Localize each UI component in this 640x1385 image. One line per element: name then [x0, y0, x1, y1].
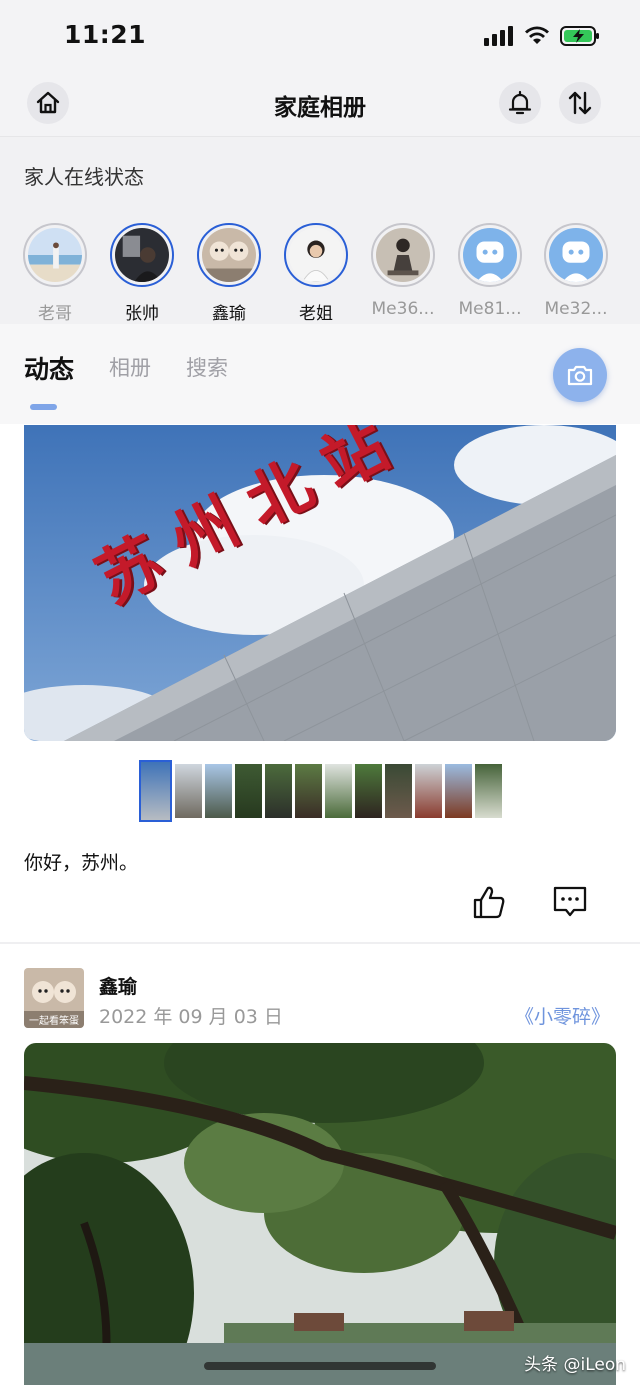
thumbnail[interactable] — [445, 764, 472, 818]
status-bar: 11:21 — [0, 0, 640, 72]
thumbnail[interactable] — [325, 764, 352, 818]
member-item[interactable]: Me32... — [531, 223, 621, 319]
camera-icon — [567, 365, 593, 386]
thumbs-up-icon[interactable] — [472, 884, 506, 920]
sort-icon — [568, 91, 592, 115]
avatar — [289, 228, 343, 283]
member-name: Me36... — [371, 299, 435, 319]
post-date: 2022 年 09 月 03 日 — [99, 1006, 283, 1028]
notifications-button[interactable] — [499, 82, 541, 124]
member-name: 张帅 — [125, 304, 159, 324]
member-item[interactable]: Me36... — [358, 223, 448, 319]
thumbnail[interactable] — [205, 764, 232, 818]
thumbnail[interactable] — [265, 764, 292, 818]
avatar-ring — [371, 223, 435, 287]
post-photo[interactable] — [24, 1043, 616, 1385]
thumbnail[interactable] — [385, 764, 412, 818]
member-name: Me81... — [458, 299, 522, 319]
thumbnail[interactable] — [475, 764, 502, 818]
avatar-ring — [23, 223, 87, 287]
thumbnail[interactable] — [295, 764, 322, 818]
member-item[interactable]: 鑫瑜 — [184, 223, 274, 324]
member-name: 老姐 — [299, 304, 333, 324]
thumbnail[interactable] — [175, 764, 202, 818]
member-name: Me32... — [544, 299, 608, 319]
album-link[interactable]: 《小零碎》 — [515, 1002, 610, 1029]
thumbnail-strip — [139, 760, 502, 822]
post-author-avatar[interactable]: 一起看笨蛋 — [24, 968, 84, 1028]
tab-albums[interactable]: 相册 — [109, 352, 151, 382]
robot-avatar-icon — [463, 228, 517, 282]
avatar-caption: 一起看笨蛋 — [29, 1016, 79, 1027]
status-time: 11:21 — [64, 20, 147, 49]
tab-search[interactable]: 搜索 — [186, 352, 228, 382]
avatar-ring — [458, 223, 522, 287]
post-divider — [0, 942, 640, 944]
tab-feed[interactable]: 动态 — [24, 350, 74, 386]
robot-avatar-icon — [549, 228, 603, 282]
app-header: 家庭相册 — [0, 72, 640, 136]
member-item[interactable]: 老哥 — [10, 223, 100, 324]
garden-photo — [24, 1043, 616, 1385]
avatar-ring — [110, 223, 174, 287]
member-item[interactable]: 老姐 — [271, 223, 361, 324]
active-tab-indicator — [30, 404, 57, 410]
avatar-ring — [544, 223, 608, 287]
bell-icon — [508, 90, 532, 115]
app-screen: 11:21 家庭相册 家人在线状态 老哥 张帅 鑫瑜 老姐 Me36... Me… — [0, 0, 640, 1385]
watermark: 头条 @iLeon — [524, 1355, 626, 1375]
avatar-ring — [284, 223, 348, 287]
sort-button[interactable] — [559, 82, 601, 124]
signal-icon — [484, 26, 513, 46]
avatar — [376, 228, 430, 282]
member-item[interactable]: 张帅 — [97, 223, 187, 324]
avatar-ring — [197, 223, 261, 287]
post-photo[interactable]: 苏州北站 — [24, 425, 616, 741]
battery-charging-icon — [560, 26, 599, 46]
online-section-title: 家人在线状态 — [24, 165, 144, 189]
avatar — [202, 228, 256, 282]
member-avatar-list: 老哥 张帅 鑫瑜 老姐 Me36... Me81... Me32... — [0, 223, 640, 324]
post-author-name[interactable]: 鑫瑜 — [99, 972, 137, 999]
thumbnail[interactable] — [355, 764, 382, 818]
family-online-section: 家人在线状态 老哥 张帅 鑫瑜 老姐 Me36... Me81... Me32.… — [0, 136, 640, 326]
member-name: 鑫瑜 — [212, 304, 246, 324]
avatar — [28, 228, 82, 282]
avatar — [115, 228, 169, 282]
member-name: 老哥 — [38, 304, 72, 324]
post-caption: 你好，苏州。 — [24, 852, 139, 874]
comment-icon[interactable] — [552, 884, 588, 920]
thumbnail[interactable] — [139, 760, 172, 822]
member-item[interactable]: Me81... — [445, 223, 535, 319]
home-indicator[interactable] — [204, 1362, 436, 1370]
thumbnail[interactable] — [235, 764, 262, 818]
page-title: 家庭相册 — [274, 95, 366, 121]
thumbnail[interactable] — [415, 764, 442, 818]
wifi-icon — [525, 26, 549, 44]
tab-bar: 动态 相册 搜索 — [0, 324, 640, 424]
camera-button[interactable] — [553, 348, 607, 402]
